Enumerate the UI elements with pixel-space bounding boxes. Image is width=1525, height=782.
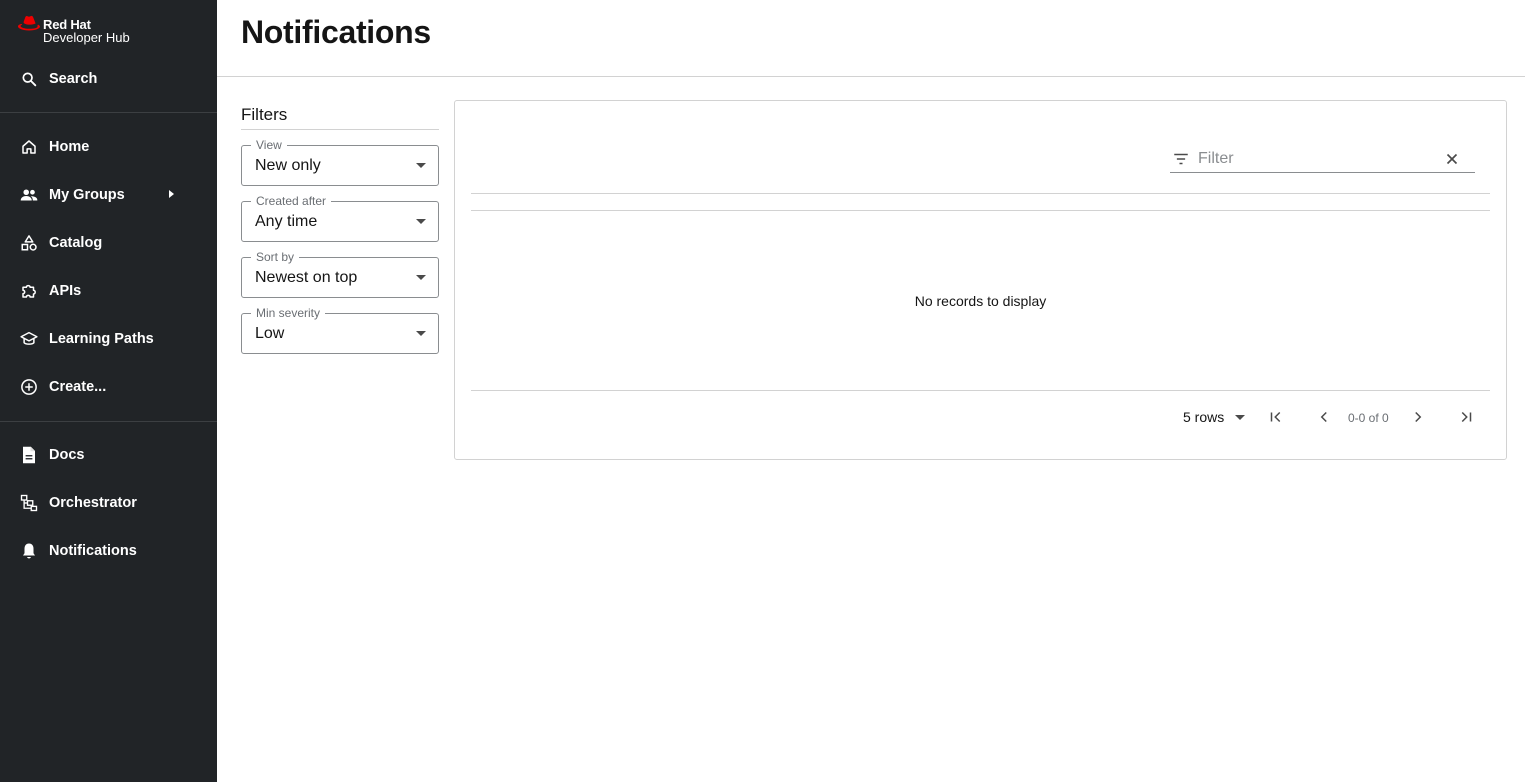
filters-divider xyxy=(241,129,439,130)
table-header-divider xyxy=(471,210,1490,211)
pagination-info: 0-0 of 0 xyxy=(1348,411,1389,425)
last-page-icon xyxy=(1461,411,1472,423)
document-icon xyxy=(20,446,38,464)
first-page-button[interactable] xyxy=(1264,405,1288,429)
sidebar-divider xyxy=(0,421,217,422)
sidebar-item-apis[interactable]: APIs xyxy=(0,269,217,313)
bell-icon xyxy=(20,542,38,560)
last-page-button[interactable] xyxy=(1454,405,1478,429)
sidebar-item-my-groups[interactable]: My Groups xyxy=(0,173,217,217)
min-severity-select-label: Min severity xyxy=(251,306,326,320)
filter-icon xyxy=(1172,150,1190,173)
red-hat-logo-icon xyxy=(18,15,40,31)
sidebar-item-label: Catalog xyxy=(49,235,103,251)
puzzle-icon xyxy=(20,282,38,300)
sidebar-item-label: Search xyxy=(49,71,98,87)
first-page-icon xyxy=(1270,411,1281,423)
page-header: Notifications xyxy=(217,0,1525,77)
sort-by-select[interactable]: Sort by Newest on top xyxy=(241,250,439,298)
search-icon xyxy=(20,70,38,88)
product-name: Developer Hub xyxy=(43,30,130,45)
sidebar-item-label: APIs xyxy=(49,283,82,299)
orchestrator-icon xyxy=(20,494,38,512)
page-title: Notifications xyxy=(241,14,431,50)
next-page-button[interactable] xyxy=(1406,405,1430,429)
sidebar-item-search[interactable]: Search xyxy=(0,57,217,101)
view-select-label: View xyxy=(251,138,287,152)
dropdown-arrow-icon xyxy=(416,331,426,336)
caret-right-icon[interactable] xyxy=(166,186,176,204)
rows-per-page-select[interactable]: 5 rows xyxy=(1183,404,1249,428)
created-after-select-label: Created after xyxy=(251,194,332,208)
sidebar-item-create[interactable]: Create... xyxy=(0,365,217,409)
sidebar: Red Hat Developer Hub Search Home My Gro… xyxy=(0,0,217,782)
empty-state-message: No records to display xyxy=(914,293,1047,309)
table-divider xyxy=(471,193,1490,194)
sidebar-item-label: Notifications xyxy=(49,543,137,559)
sidebar-divider xyxy=(0,112,217,113)
school-icon xyxy=(20,330,38,348)
created-after-select-value: Any time xyxy=(255,213,318,230)
clear-filter-icon[interactable] xyxy=(1443,150,1461,173)
filter-input[interactable] xyxy=(1198,149,1438,169)
sidebar-item-label: Docs xyxy=(49,447,85,463)
view-select-value: New only xyxy=(255,157,321,174)
dropdown-arrow-icon xyxy=(416,275,426,280)
sidebar-item-home[interactable]: Home xyxy=(0,125,217,169)
view-select[interactable]: View New only xyxy=(241,138,439,186)
sidebar-item-label: Home xyxy=(49,139,90,155)
home-icon xyxy=(20,138,38,156)
sidebar-item-catalog[interactable]: Catalog xyxy=(0,221,217,265)
created-after-select[interactable]: Created after Any time xyxy=(241,194,439,242)
sidebar-item-docs[interactable]: Docs xyxy=(0,433,217,477)
previous-page-button[interactable] xyxy=(1312,405,1336,429)
chevron-right-icon xyxy=(1415,411,1422,423)
sidebar-item-label: Learning Paths xyxy=(49,331,154,347)
rows-per-page-value: 5 rows xyxy=(1183,409,1225,425)
sidebar-item-label: Create... xyxy=(49,379,107,395)
min-severity-select[interactable]: Min severity Low xyxy=(241,306,439,354)
notifications-table: No records to display 5 rows 0-0 of 0 xyxy=(454,100,1507,460)
sidebar-item-label: My Groups xyxy=(49,187,125,203)
sort-by-select-label: Sort by xyxy=(251,250,300,264)
red-hat-developer-hub-logo[interactable]: Red Hat Developer Hub xyxy=(18,15,158,45)
sidebar-item-learning-paths[interactable]: Learning Paths xyxy=(0,317,217,361)
sidebar-item-notifications[interactable]: Notifications xyxy=(0,529,217,573)
dropdown-arrow-icon xyxy=(416,163,426,168)
dropdown-arrow-icon xyxy=(416,219,426,224)
catalog-icon xyxy=(20,234,38,252)
sidebar-item-orchestrator[interactable]: Orchestrator xyxy=(0,481,217,525)
sort-by-select-value: Newest on top xyxy=(255,269,358,286)
sidebar-item-label: Orchestrator xyxy=(49,495,137,511)
chevron-left-icon xyxy=(1320,411,1327,423)
min-severity-select-value: Low xyxy=(255,325,285,342)
people-icon xyxy=(20,186,38,204)
table-filter xyxy=(1170,147,1475,173)
add-circle-icon xyxy=(20,378,38,396)
filters-title: Filters xyxy=(241,105,288,124)
table-footer-divider xyxy=(471,390,1490,391)
dropdown-arrow-icon xyxy=(1235,415,1245,420)
